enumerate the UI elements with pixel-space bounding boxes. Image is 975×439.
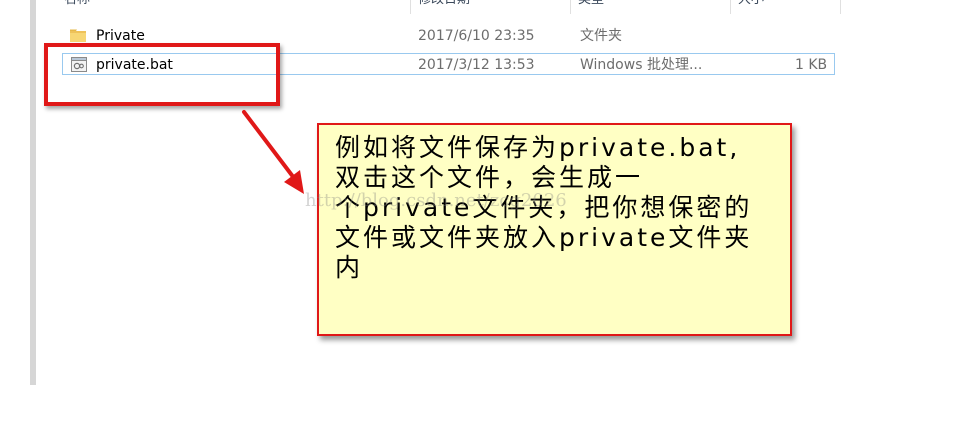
column-header-type[interactable]: 类型	[578, 0, 604, 8]
column-separator[interactable]	[840, 0, 841, 14]
column-header-modified[interactable]: 修改日期	[418, 0, 470, 8]
column-header-name[interactable]: 名称	[64, 0, 90, 8]
arrow-icon	[242, 110, 304, 194]
pane-divider	[30, 0, 36, 385]
folder-icon	[70, 29, 86, 42]
file-size: 1 KB	[795, 57, 828, 73]
file-type: 文件夹	[580, 28, 622, 44]
column-separator[interactable]	[730, 0, 731, 14]
column-separator[interactable]	[570, 0, 571, 14]
file-modified: 2017/3/12 13:53	[418, 57, 535, 73]
annotation-line: 双击这个文件，会生成一	[335, 163, 644, 192]
column-header-size[interactable]: 大小	[738, 0, 764, 8]
annotation-line: 内	[335, 253, 364, 282]
column-header-row: 名称 修改日期 类型 大小	[40, 0, 845, 16]
file-modified: 2017/6/10 23:35	[418, 28, 535, 44]
column-separator[interactable]	[410, 0, 411, 14]
annotation-callout: 例如将文件保存为private.bat, 双击这个文件，会生成一 个privat…	[317, 123, 792, 336]
annotation-line: 文件或文件夹放入private文件夹	[335, 223, 753, 252]
annotation-line: 例如将文件保存为private.bat,	[335, 133, 741, 162]
file-type: Windows 批处理...	[580, 57, 703, 73]
watermark-text: http://blog.csdn.net/zcg2026	[305, 190, 567, 211]
highlight-box	[44, 43, 280, 106]
